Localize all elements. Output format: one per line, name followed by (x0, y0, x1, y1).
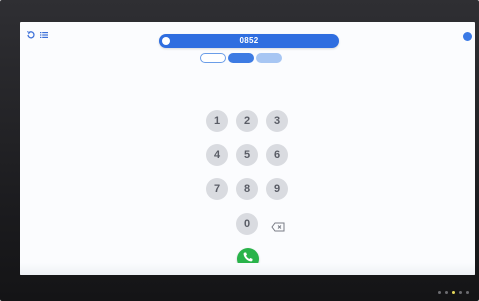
dialer-screen: 0852 1 2 3 4 5 6 7 8 9 0 (20, 22, 475, 275)
status-led (452, 291, 455, 294)
device-bezel: 0852 1 2 3 4 5 6 7 8 9 0 (0, 0, 479, 301)
history-icon[interactable] (26, 30, 36, 40)
status-lights (438, 291, 469, 294)
tab-mode-1[interactable] (200, 53, 226, 63)
key-0[interactable]: 0 (236, 213, 258, 235)
key-7[interactable]: 7 (206, 178, 228, 200)
key-5[interactable]: 5 (236, 144, 258, 166)
key-1[interactable]: 1 (206, 110, 228, 132)
backspace-icon[interactable] (271, 219, 285, 232)
key-9[interactable]: 9 (266, 178, 288, 200)
status-led (445, 291, 448, 294)
key-4[interactable]: 4 (206, 144, 228, 166)
key-2[interactable]: 2 (236, 110, 258, 132)
status-led (466, 291, 469, 294)
status-led (459, 291, 462, 294)
dial-mode-tabs (200, 53, 282, 63)
key-8[interactable]: 8 (236, 178, 258, 200)
menu-icon[interactable] (39, 30, 49, 40)
status-led (438, 291, 441, 294)
settings-icon[interactable] (463, 32, 472, 41)
tab-mode-2[interactable] (228, 53, 254, 63)
number-display: 0852 (159, 34, 339, 48)
screen-footer-band (20, 263, 475, 275)
key-6[interactable]: 6 (266, 144, 288, 166)
key-3[interactable]: 3 (266, 110, 288, 132)
tab-mode-3[interactable] (256, 53, 282, 63)
dialed-number: 0852 (239, 36, 259, 45)
top-left-toolbar (26, 30, 49, 40)
